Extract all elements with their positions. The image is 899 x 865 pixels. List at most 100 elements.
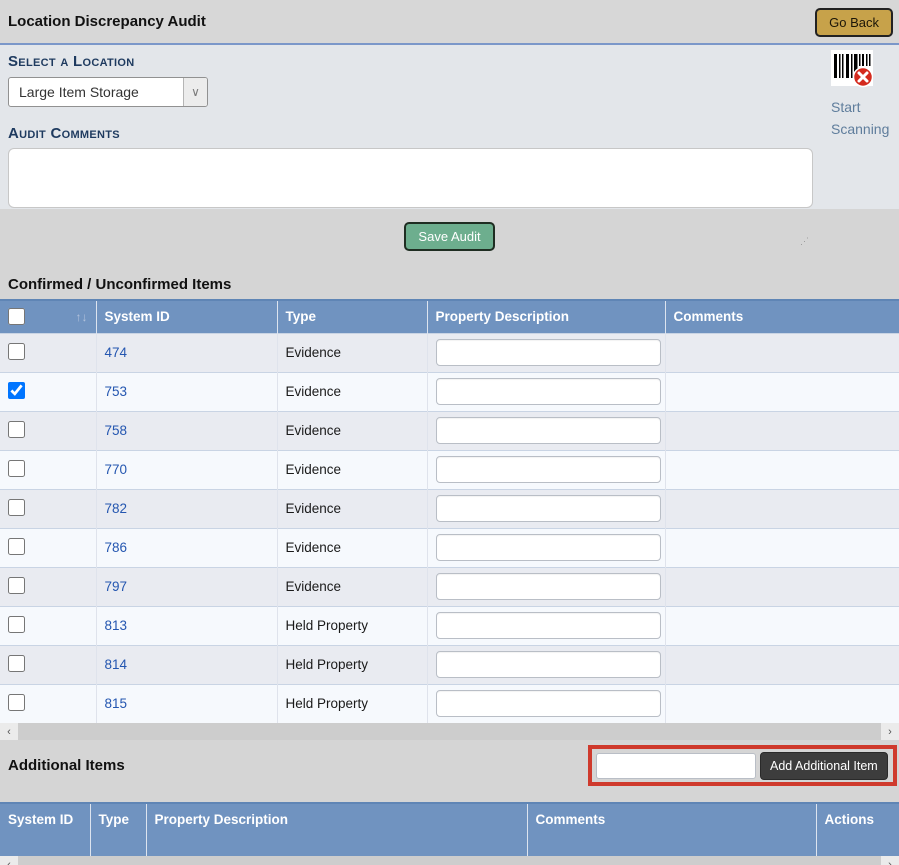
- property-description-input[interactable]: [436, 378, 661, 405]
- audit-comments-textarea[interactable]: [8, 148, 813, 208]
- additional-items-heading: Additional Items: [8, 757, 125, 774]
- location-select[interactable]: Large Item Storage ∨: [8, 77, 208, 107]
- additional-items-section: Additional Items Add Additional Item: [0, 740, 899, 802]
- system-id-link[interactable]: 474: [105, 345, 128, 360]
- add-col-property-description: Property Description: [146, 803, 527, 856]
- barcode-scan-icon[interactable]: [831, 50, 889, 93]
- go-back-button[interactable]: Go Back: [815, 8, 893, 37]
- system-id-link[interactable]: 813: [105, 618, 128, 633]
- table-row: 797 Evidence: [0, 567, 899, 606]
- scroll-right-icon[interactable]: ›: [881, 723, 899, 740]
- item-comments: [665, 411, 899, 450]
- item-comments: [665, 372, 899, 411]
- col-header-system-id[interactable]: System ID: [96, 300, 277, 333]
- additional-items-table: System ID Type Property Description Comm…: [0, 802, 899, 856]
- table-row: 813 Held Property: [0, 606, 899, 645]
- property-description-input[interactable]: [436, 417, 661, 444]
- col-header-type[interactable]: Type: [277, 300, 427, 333]
- add-col-type: Type: [90, 803, 146, 856]
- item-type: Evidence: [277, 528, 427, 567]
- save-audit-button[interactable]: Save Audit: [404, 222, 494, 251]
- table-row: 786 Evidence: [0, 528, 899, 567]
- page-header: Location Discrepancy Audit Go Back: [0, 0, 899, 45]
- property-description-input[interactable]: [436, 651, 661, 678]
- table-row: 814 Held Property: [0, 645, 899, 684]
- start-scanning-label[interactable]: Start Scanning: [831, 97, 889, 140]
- table-row: 474 Evidence: [0, 333, 899, 372]
- item-type: Held Property: [277, 684, 427, 723]
- item-comments: [665, 645, 899, 684]
- scrollbar-thumb[interactable]: [18, 856, 881, 865]
- add-item-highlight-box: Add Additional Item: [588, 745, 897, 786]
- item-comments: [665, 489, 899, 528]
- scroll-left-icon[interactable]: ‹: [0, 723, 18, 740]
- row-checkbox[interactable]: [8, 382, 25, 399]
- item-comments: [665, 684, 899, 723]
- item-comments: [665, 528, 899, 567]
- save-row: Save Audit: [0, 209, 899, 274]
- property-description-input[interactable]: [436, 456, 661, 483]
- add-additional-item-button[interactable]: Add Additional Item: [760, 752, 888, 780]
- confirmed-items-header-row: ↑↓ System ID Type Property Description C…: [0, 300, 899, 333]
- property-description-input[interactable]: [436, 534, 661, 561]
- item-comments: [665, 606, 899, 645]
- row-checkbox[interactable]: [8, 694, 25, 711]
- table-row: 753 Evidence: [0, 372, 899, 411]
- property-description-input[interactable]: [436, 612, 661, 639]
- chevron-down-icon: ∨: [183, 78, 207, 106]
- table-row: 758 Evidence: [0, 411, 899, 450]
- row-checkbox[interactable]: [8, 343, 25, 360]
- row-checkbox[interactable]: [8, 538, 25, 555]
- system-id-link[interactable]: 815: [105, 696, 128, 711]
- item-comments: [665, 567, 899, 606]
- property-description-input[interactable]: [436, 495, 661, 522]
- item-type: Held Property: [277, 606, 427, 645]
- audit-form-panel: Select a Location Large Item Storage ∨ A…: [0, 45, 899, 209]
- additional-horizontal-scrollbar[interactable]: ‹ ›: [0, 856, 899, 865]
- items-horizontal-scrollbar[interactable]: ‹ ›: [0, 723, 899, 740]
- row-checkbox[interactable]: [8, 421, 25, 438]
- add-col-system-id: System ID: [0, 803, 90, 856]
- item-type: Evidence: [277, 450, 427, 489]
- system-id-link[interactable]: 782: [105, 501, 128, 516]
- row-checkbox[interactable]: [8, 577, 25, 594]
- add-col-actions: Actions: [816, 803, 899, 856]
- col-header-comments[interactable]: Comments: [665, 300, 899, 333]
- select-all-checkbox[interactable]: [8, 308, 25, 325]
- row-checkbox[interactable]: [8, 499, 25, 516]
- system-id-link[interactable]: 770: [105, 462, 128, 477]
- confirmed-items-heading: Confirmed / Unconfirmed Items: [0, 274, 899, 299]
- sort-icon[interactable]: ↑↓: [76, 310, 88, 324]
- add-col-comments: Comments: [527, 803, 816, 856]
- property-description-input[interactable]: [436, 339, 661, 366]
- table-row: 770 Evidence: [0, 450, 899, 489]
- select-location-label: Select a Location: [8, 53, 135, 70]
- system-id-link[interactable]: 758: [105, 423, 128, 438]
- table-row: 815 Held Property: [0, 684, 899, 723]
- confirmed-items-table: ↑↓ System ID Type Property Description C…: [0, 299, 899, 723]
- col-header-property-description[interactable]: Property Description: [427, 300, 665, 333]
- system-id-link[interactable]: 797: [105, 579, 128, 594]
- scrollbar-thumb[interactable]: [18, 723, 881, 740]
- item-type: Evidence: [277, 567, 427, 606]
- page-title: Location Discrepancy Audit: [8, 13, 206, 30]
- scroll-left-icon[interactable]: ‹: [0, 856, 18, 865]
- system-id-link[interactable]: 786: [105, 540, 128, 555]
- audit-comments-label: Audit Comments: [8, 125, 891, 142]
- system-id-link[interactable]: 814: [105, 657, 128, 672]
- scroll-right-icon[interactable]: ›: [881, 856, 899, 865]
- table-row: 782 Evidence: [0, 489, 899, 528]
- item-type: Evidence: [277, 372, 427, 411]
- property-description-input[interactable]: [436, 690, 661, 717]
- row-checkbox[interactable]: [8, 655, 25, 672]
- item-comments: [665, 450, 899, 489]
- property-description-input[interactable]: [436, 573, 661, 600]
- item-type: Evidence: [277, 411, 427, 450]
- row-checkbox[interactable]: [8, 460, 25, 477]
- item-type: Held Property: [277, 645, 427, 684]
- row-checkbox[interactable]: [8, 616, 25, 633]
- item-type: Evidence: [277, 333, 427, 372]
- item-type: Evidence: [277, 489, 427, 528]
- system-id-link[interactable]: 753: [105, 384, 128, 399]
- add-item-input[interactable]: [596, 753, 756, 779]
